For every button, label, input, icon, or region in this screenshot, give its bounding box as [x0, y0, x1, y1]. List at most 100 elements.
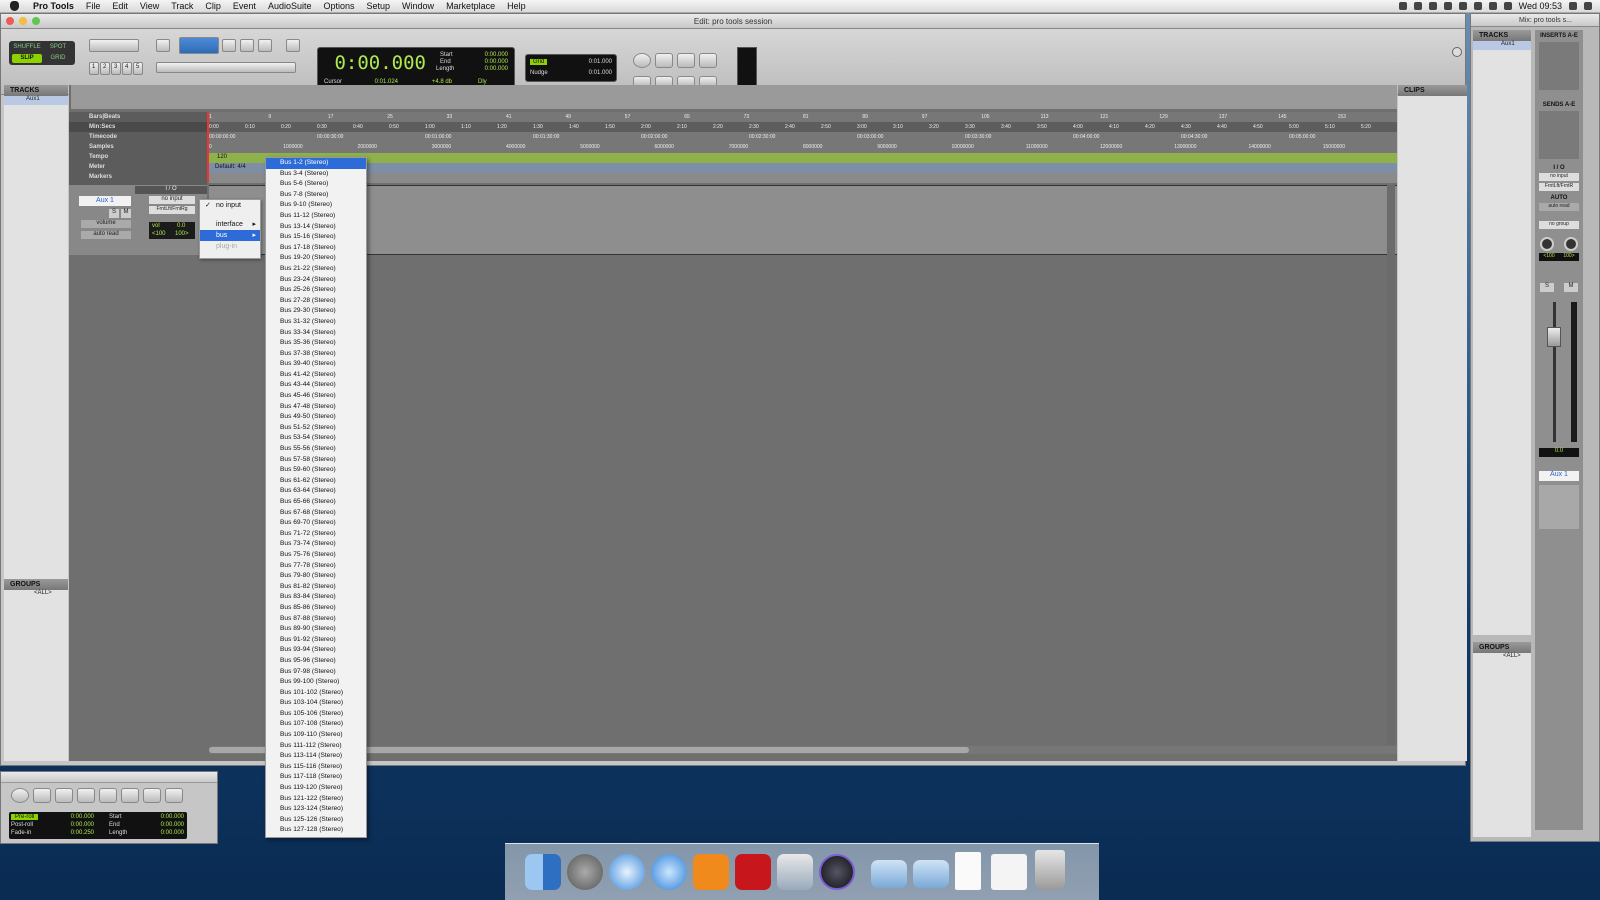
mix-mute-button[interactable]: M	[1564, 283, 1578, 292]
tempo-value[interactable]: 120	[209, 154, 227, 160]
bus-menu-item[interactable]: Bus 79-80 (Stereo)	[266, 571, 366, 582]
mix-input-selector[interactable]: no input	[1539, 173, 1579, 181]
ruler-bars-beats-label[interactable]: Bars|Beats	[69, 112, 207, 122]
bus-menu-item[interactable]: Bus 73-74 (Stereo)	[266, 539, 366, 550]
fadein-value[interactable]: 0:00.250	[54, 830, 94, 836]
menu-audiosuite[interactable]: AudioSuite	[262, 1, 318, 11]
bus-menu-item[interactable]: Bus 61-62 (Stereo)	[266, 476, 366, 487]
scrubber-tool-icon[interactable]	[240, 39, 254, 52]
mix-tracks-header[interactable]: TRACKS	[1473, 30, 1531, 41]
timeline-rulers[interactable]: 1 9 17 25 33 41 49 57 65 73 81 89 97 105 113 121 129 137 1…	[209, 112, 1397, 153]
mix-pan-left-value[interactable]: <100	[1543, 253, 1554, 261]
bus-menu-item[interactable]: Bus 17-18 (Stereo)	[266, 243, 366, 254]
bus-menu-item[interactable]: Bus 115-116 (Stereo)	[266, 762, 366, 773]
shuffle-mode-button[interactable]: SHUFFLE	[12, 43, 42, 52]
menu-marketplace[interactable]: Marketplace	[440, 1, 501, 11]
vol-value[interactable]: 0.0	[177, 223, 185, 229]
bus-menu-item[interactable]: Bus 85-86 (Stereo)	[266, 603, 366, 614]
bus-menu-item[interactable]: Bus 87-88 (Stereo)	[266, 614, 366, 625]
bus-menu-item[interactable]: Bus 77-78 (Stereo)	[266, 561, 366, 572]
rewind-icon[interactable]	[55, 788, 73, 803]
pan-left-value[interactable]: <100	[152, 231, 166, 237]
edit-window-titlebar[interactable]: Edit: pro tools session	[1, 14, 1465, 29]
notification-list-icon[interactable]	[1584, 2, 1592, 10]
record-icon[interactable]	[165, 788, 183, 803]
bus-menu-item[interactable]: Bus 31-32 (Stereo)	[266, 317, 366, 328]
folder-icon[interactable]	[871, 860, 907, 888]
bus-menu-item[interactable]: Bus 111-112 (Stereo)	[266, 741, 366, 752]
play-icon[interactable]	[677, 53, 695, 68]
volume-fader-handle[interactable]	[1547, 327, 1561, 347]
bus-menu-item[interactable]: Bus 53-54 (Stereo)	[266, 433, 366, 444]
mix-group-list-item[interactable]: <ALL>	[1473, 653, 1531, 662]
bus-menu-item[interactable]: Bus 7-8 (Stereo)	[266, 190, 366, 201]
no-input-option[interactable]: ✓ no input	[200, 200, 260, 211]
ruler-meter-label[interactable]: Meter	[69, 162, 207, 172]
track-list-item[interactable]: Aux1	[4, 96, 68, 105]
pencil-tool-icon[interactable]	[286, 39, 300, 52]
preview-icon[interactable]	[777, 854, 813, 890]
bus-menu-item[interactable]: Bus 123-124 (Stereo)	[266, 804, 366, 815]
zoom-preset-2[interactable]: 2	[100, 62, 110, 75]
bus-menu-item[interactable]: Bus 39-40 (Stereo)	[266, 359, 366, 370]
timemachine-icon[interactable]	[1443, 2, 1452, 10]
stop-icon[interactable]	[121, 788, 139, 803]
bus-menu-item[interactable]: Bus 37-38 (Stereo)	[266, 349, 366, 360]
spot-mode-button[interactable]: SPOT	[43, 43, 73, 52]
bus-menu-item[interactable]: Bus 97-98 (Stereo)	[266, 667, 366, 678]
meter-value[interactable]: Default: 4/4	[209, 164, 246, 170]
online-icon[interactable]	[633, 53, 651, 68]
slip-mode-button[interactable]: SLIP	[12, 54, 42, 63]
track-playlist-lane[interactable]	[209, 185, 1397, 255]
output-selector[interactable]: FrntLft/FrntRg	[149, 206, 195, 214]
bus-menu-item[interactable]: Bus 75-76 (Stereo)	[266, 550, 366, 561]
mix-pan-right-value[interactable]: 100>	[1563, 253, 1574, 261]
comments-box[interactable]	[1539, 485, 1579, 529]
bars-ruler[interactable]: 1 9 17 25 33 41 49 57 65 73 81 89 97 105 113 121 129 137 1…	[209, 112, 1397, 122]
bus-menu-item[interactable]: Bus 65-66 (Stereo)	[266, 497, 366, 508]
fast-forward-icon[interactable]	[77, 788, 95, 803]
acrobat-icon[interactable]	[735, 854, 771, 890]
bus-menu-item[interactable]: Bus 29-30 (Stereo)	[266, 306, 366, 317]
clock[interactable]: Wed 09:53	[1519, 1, 1562, 11]
protools-icon[interactable]	[819, 854, 855, 890]
bus-menu-item[interactable]: Bus 127-128 (Stereo)	[266, 825, 366, 836]
fader-value[interactable]: 0.0	[1539, 448, 1579, 457]
menu-app-name[interactable]: Pro Tools	[27, 1, 80, 11]
bus-menu-item[interactable]: Bus 117-118 (Stereo)	[266, 772, 366, 783]
grid-label[interactable]: Grid	[530, 59, 548, 65]
itunes-icon[interactable]	[651, 854, 687, 890]
menu-view[interactable]: View	[134, 1, 165, 11]
bus-menu-item[interactable]: Bus 105-106 (Stereo)	[266, 709, 366, 720]
bus-menu-item[interactable]: Bus 51-52 (Stereo)	[266, 423, 366, 434]
apple-icon[interactable]	[10, 1, 19, 11]
audio-icon[interactable]	[1398, 2, 1407, 10]
grid-value[interactable]: 0:01.000	[566, 59, 612, 65]
textedit-icon[interactable]	[991, 854, 1027, 890]
bus-menu-item[interactable]: Bus 67-68 (Stereo)	[266, 508, 366, 519]
bus-menu-item[interactable]: Bus 109-110 (Stereo)	[266, 730, 366, 741]
main-counter-time[interactable]: 0:00.000	[326, 52, 426, 74]
transport-length-value[interactable]: 0:00.000	[144, 830, 184, 836]
bus-menu-item[interactable]: Bus 91-92 (Stereo)	[266, 635, 366, 646]
pan-knob-left[interactable]	[1540, 237, 1554, 251]
zoom-preset-4[interactable]: 4	[122, 62, 132, 75]
timecode-ruler[interactable]: 00:00:00:00 00:00:30:00 00:01:00:00 00:01:3…	[209, 132, 1397, 142]
speaker-tool-icon[interactable]	[258, 39, 272, 52]
ruler-timecode-label[interactable]: Timecode	[69, 132, 207, 142]
bus-menu-item[interactable]: Bus 101-102 (Stereo)	[266, 688, 366, 699]
bus-menu-item[interactable]: Bus 21-22 (Stereo)	[266, 264, 366, 275]
record-icon[interactable]	[699, 53, 717, 68]
bus-menu-item[interactable]: Bus 95-96 (Stereo)	[266, 656, 366, 667]
wifi-icon[interactable]	[1488, 2, 1497, 10]
bus-menu-item[interactable]: Bus 1-2 (Stereo)	[266, 158, 366, 169]
preroll-value[interactable]: 0:00.000	[54, 814, 94, 820]
transport-end-value[interactable]: 0:00.000	[144, 822, 184, 828]
bus-menu-item[interactable]: Bus 121-122 (Stereo)	[266, 794, 366, 805]
bus-menu-item[interactable]: Bus 83-84 (Stereo)	[266, 592, 366, 603]
mix-output-selector[interactable]: FrntLft/FrntR	[1539, 183, 1579, 191]
nudge-value[interactable]: 0:01.000	[566, 70, 612, 76]
bus-menu-item[interactable]: Bus 63-64 (Stereo)	[266, 486, 366, 497]
nudge-label[interactable]: Nudge	[530, 70, 548, 76]
end-value[interactable]: 0:00.000	[468, 59, 508, 65]
